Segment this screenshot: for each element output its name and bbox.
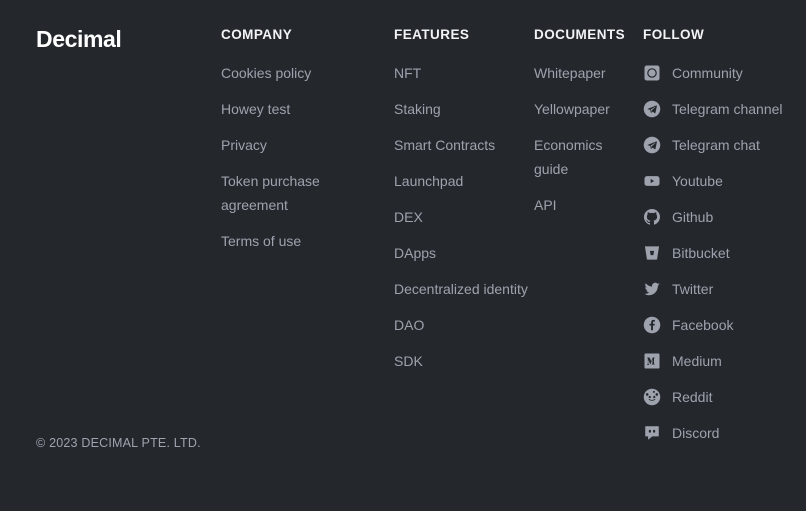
brand-logo[interactable]: Decimal <box>36 26 206 52</box>
footer-link-dao[interactable]: DAO <box>394 313 529 337</box>
list-item: Smart Contracts <box>394 133 529 157</box>
footer-link-whitepaper[interactable]: Whitepaper <box>534 61 639 85</box>
copyright-text: © 2023 DECIMAL PTE. LTD. <box>36 436 201 450</box>
social-link-label: Twitter <box>672 281 714 297</box>
bitbucket-icon <box>643 244 661 262</box>
footer-link-decentralized-identity[interactable]: Decentralized identity <box>394 277 529 301</box>
list-item: Howey test <box>221 97 386 121</box>
social-link-github[interactable]: Github <box>643 205 806 229</box>
footer-link-cookies-policy[interactable]: Cookies policy <box>221 61 386 85</box>
list-item: Yellowpaper <box>534 97 639 121</box>
footer-link-howey-test[interactable]: Howey test <box>221 97 386 121</box>
list-item: SDK <box>394 349 529 373</box>
footer-brand-column: Decimal <box>36 26 206 52</box>
list-item: Reddit <box>643 385 806 409</box>
social-link-facebook[interactable]: Facebook <box>643 313 806 337</box>
footer-link-api[interactable]: API <box>534 193 639 217</box>
footer-link-token-purchase-agreement[interactable]: Token purchase agreement <box>221 169 386 217</box>
footer-link-staking[interactable]: Staking <box>394 97 529 121</box>
telegram-icon <box>643 136 661 154</box>
list-item: Twitter <box>643 277 806 301</box>
social-link-label: Facebook <box>672 317 734 333</box>
social-link-label: Medium <box>672 353 722 369</box>
list-item: Community <box>643 61 806 85</box>
footer-link-privacy[interactable]: Privacy <box>221 133 386 157</box>
list-item: Youtube <box>643 169 806 193</box>
footer-column-company: COMPANY Cookies policy Howey test Privac… <box>221 26 386 265</box>
footer-column-documents: DOCUMENTS Whitepaper Yellowpaper Economi… <box>534 26 639 229</box>
social-link-discord[interactable]: Discord <box>643 421 806 445</box>
list-item: Token purchase agreement <box>221 169 386 217</box>
list-item: Whitepaper <box>534 61 639 85</box>
list-item: DAO <box>394 313 529 337</box>
column-heading-company: COMPANY <box>221 27 293 42</box>
social-link-label: Reddit <box>672 389 713 405</box>
social-link-telegram-chat[interactable]: Telegram chat <box>643 133 806 157</box>
social-link-medium[interactable]: Medium <box>643 349 806 373</box>
telegram-icon <box>643 100 661 118</box>
list-item: Decentralized identity <box>394 277 529 301</box>
list-item: Telegram channel <box>643 97 806 121</box>
company-link-list: Cookies policy Howey test Privacy Token … <box>221 61 386 253</box>
column-heading-follow: FOLLOW <box>643 27 705 42</box>
social-link-youtube[interactable]: Youtube <box>643 169 806 193</box>
social-link-label: Bitbucket <box>672 245 730 261</box>
social-link-community[interactable]: Community <box>643 61 806 85</box>
footer-column-features: FEATURES NFT Staking Smart Contracts Lau… <box>394 26 529 385</box>
footer-link-dex[interactable]: DEX <box>394 205 529 229</box>
list-item: DEX <box>394 205 529 229</box>
github-icon <box>643 208 661 226</box>
footer-link-yellowpaper[interactable]: Yellowpaper <box>534 97 639 121</box>
social-link-label: Github <box>672 209 714 225</box>
documents-link-list: Whitepaper Yellowpaper Economics guide A… <box>534 61 639 217</box>
list-item: Github <box>643 205 806 229</box>
discord-icon <box>643 424 661 442</box>
list-item: Cookies policy <box>221 61 386 85</box>
list-item: Terms of use <box>221 229 386 253</box>
youtube-icon <box>643 172 661 190</box>
twitter-icon <box>643 280 661 298</box>
social-link-label: Youtube <box>672 173 723 189</box>
column-heading-features: FEATURES <box>394 27 470 42</box>
list-item: Medium <box>643 349 806 373</box>
footer-link-terms-of-use[interactable]: Terms of use <box>221 229 386 253</box>
footer-link-launchpad[interactable]: Launchpad <box>394 169 529 193</box>
list-item: Facebook <box>643 313 806 337</box>
social-link-label: Community <box>672 65 743 81</box>
list-item: Launchpad <box>394 169 529 193</box>
social-link-label: Discord <box>672 425 720 441</box>
list-item: NFT <box>394 61 529 85</box>
list-item: Privacy <box>221 133 386 157</box>
footer-link-smart-contracts[interactable]: Smart Contracts <box>394 133 529 157</box>
follow-link-list: Community Telegram channel Telegram chat… <box>643 61 806 445</box>
footer-column-follow: FOLLOW Community Telegram channel Telegr… <box>643 26 806 457</box>
site-footer: Decimal COMPANY Cookies policy Howey tes… <box>0 0 806 511</box>
list-item: Staking <box>394 97 529 121</box>
footer-link-sdk[interactable]: SDK <box>394 349 529 373</box>
social-link-label: Telegram channel <box>672 101 783 117</box>
social-link-twitter[interactable]: Twitter <box>643 277 806 301</box>
footer-link-economics-guide[interactable]: Economics guide <box>534 133 639 181</box>
features-link-list: NFT Staking Smart Contracts Launchpad DE… <box>394 61 529 373</box>
list-item: Bitbucket <box>643 241 806 265</box>
social-link-label: Telegram chat <box>672 137 760 153</box>
medium-icon <box>643 352 661 370</box>
list-item: API <box>534 193 639 217</box>
column-heading-documents: DOCUMENTS <box>534 27 626 42</box>
reddit-icon <box>643 388 661 406</box>
list-item: DApps <box>394 241 529 265</box>
facebook-icon <box>643 316 661 334</box>
social-link-reddit[interactable]: Reddit <box>643 385 806 409</box>
footer-link-nft[interactable]: NFT <box>394 61 529 85</box>
social-link-telegram-channel[interactable]: Telegram channel <box>643 97 806 121</box>
community-icon <box>643 64 661 82</box>
list-item: Economics guide <box>534 133 639 181</box>
social-link-bitbucket[interactable]: Bitbucket <box>643 241 806 265</box>
list-item: Discord <box>643 421 806 445</box>
list-item: Telegram chat <box>643 133 806 157</box>
footer-link-dapps[interactable]: DApps <box>394 241 529 265</box>
